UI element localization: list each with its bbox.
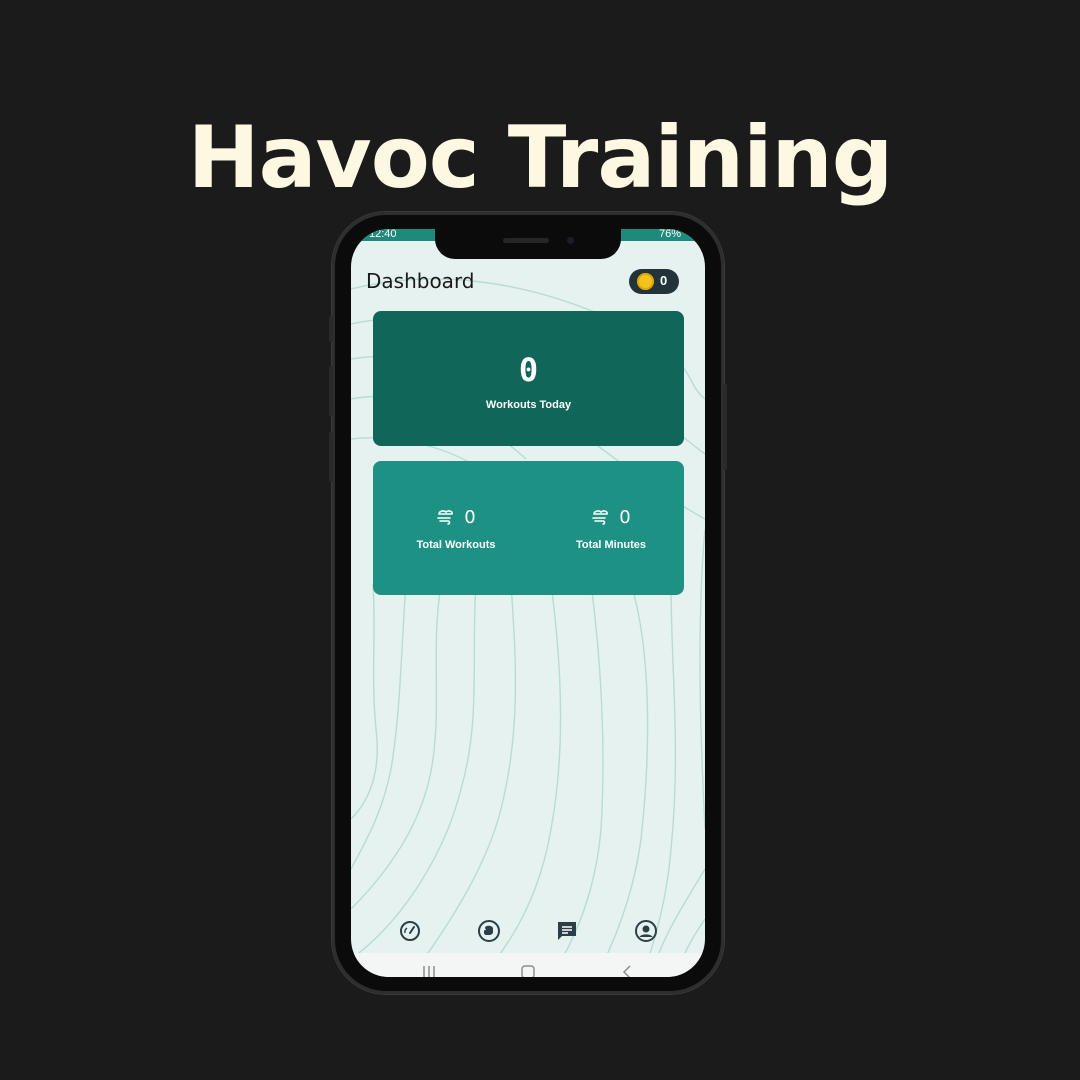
chat-icon xyxy=(558,922,576,940)
total-workouts-stat: 0 Total Workouts xyxy=(386,505,526,552)
workouts-today-value: 0 xyxy=(518,351,539,389)
home-button[interactable] xyxy=(516,963,540,977)
volume-up-button xyxy=(329,366,333,416)
profile-icon xyxy=(635,920,657,942)
nav-profile[interactable] xyxy=(634,919,658,943)
nav-dashboard[interactable] xyxy=(398,919,422,943)
coin-balance-badge[interactable]: 0 xyxy=(629,269,679,294)
speedometer-icon xyxy=(400,921,420,941)
promo-title: Havoc Training xyxy=(187,108,894,208)
coin-count: 0 xyxy=(660,273,668,288)
back-button[interactable] xyxy=(615,963,639,977)
total-workouts-value: 0 xyxy=(464,506,476,528)
recent-apps-icon xyxy=(423,966,435,977)
total-minutes-label: Total Minutes xyxy=(575,539,647,551)
system-navigation-bar xyxy=(351,953,705,977)
page-title: Dashboard xyxy=(366,269,475,293)
back-icon xyxy=(622,965,631,977)
workouts-today-card[interactable]: 0 Workouts Today xyxy=(373,311,684,446)
camera-notch xyxy=(435,229,621,259)
power-button xyxy=(723,384,727,470)
volume-down-button xyxy=(329,432,333,482)
nav-messages[interactable] xyxy=(555,919,579,943)
total-minutes-value: 0 xyxy=(619,506,631,528)
front-camera xyxy=(567,237,574,244)
home-icon xyxy=(521,965,535,977)
phone-frame: 12:40 76% Dashboard 0 0 Workouts Today 0… xyxy=(329,212,727,994)
total-minutes-stat: 0 Total Minutes xyxy=(541,505,681,552)
earpiece-speaker xyxy=(503,238,549,243)
bottom-navigation xyxy=(351,913,705,949)
recent-apps-button[interactable] xyxy=(417,963,441,977)
total-workouts-label: Total Workouts xyxy=(416,539,496,551)
nav-training[interactable] xyxy=(477,919,501,943)
coin-icon xyxy=(637,273,654,290)
wind-icon xyxy=(592,510,609,525)
totals-card[interactable]: 0 Total Workouts 0 Total Minutes xyxy=(373,461,684,595)
phone-screen: 12:40 76% Dashboard 0 0 Workouts Today 0… xyxy=(351,229,705,977)
status-time: 12:40 xyxy=(369,229,397,240)
workouts-today-label: Workouts Today xyxy=(485,399,572,411)
wind-icon xyxy=(437,510,454,525)
boxing-glove-icon xyxy=(478,920,500,942)
mute-switch xyxy=(329,316,333,342)
status-battery: 76% xyxy=(658,229,681,240)
